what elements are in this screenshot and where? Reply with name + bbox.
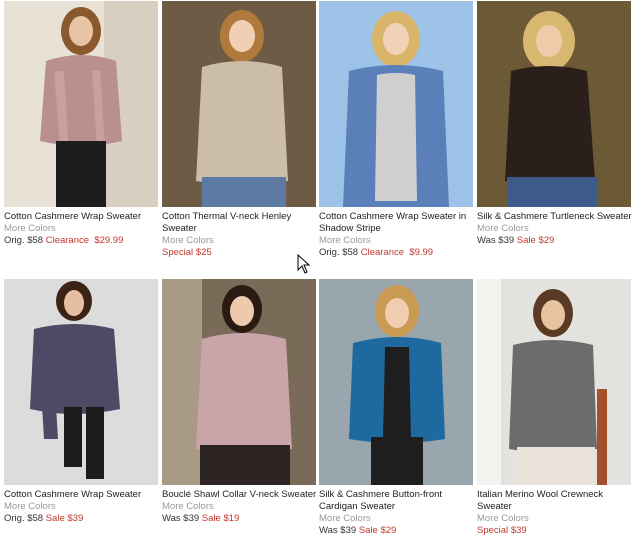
- more-colors-link[interactable]: More Colors: [319, 235, 479, 247]
- product-name[interactable]: Bouclé Shawl Collar V-neck Sweater: [162, 489, 322, 501]
- product-price: Was $39 Sale $19: [162, 513, 322, 525]
- product-name[interactable]: Silk & Cashmere Button-front Cardigan Sw…: [319, 489, 479, 513]
- product-name[interactable]: Cotton Cashmere Wrap Sweater in Shadow S…: [319, 211, 479, 235]
- product-name[interactable]: Italian Merino Wool Crewneck Sweater: [477, 489, 637, 513]
- more-colors-link[interactable]: More Colors: [4, 501, 164, 513]
- sale-price: $29: [380, 525, 397, 536]
- special-price: $39: [510, 525, 527, 536]
- product-grid: Cotton Cashmere Wrap Sweater More Colors…: [0, 0, 640, 542]
- special-price: $25: [195, 247, 212, 258]
- product-image[interactable]: [4, 279, 158, 485]
- original-price: Orig. $58: [319, 247, 359, 258]
- original-price: Orig. $58: [4, 513, 44, 524]
- more-colors-link[interactable]: More Colors: [477, 513, 637, 525]
- product-image[interactable]: [319, 279, 473, 485]
- sale-price: $39: [67, 513, 84, 524]
- sale-label: Sale: [45, 513, 65, 524]
- product-image[interactable]: [319, 1, 473, 207]
- sale-price: $29: [538, 235, 555, 246]
- sale-label: Sale: [358, 525, 378, 536]
- product-image[interactable]: [162, 279, 316, 485]
- arrow-cursor-icon: [297, 254, 311, 274]
- product-price: Was $39 Sale $29: [319, 525, 479, 537]
- original-price: Was $39: [319, 525, 357, 536]
- sale-price: $9.99: [409, 247, 434, 258]
- sale-price: $29.99: [94, 235, 124, 246]
- more-colors-link[interactable]: More Colors: [162, 235, 322, 247]
- more-colors-link[interactable]: More Colors: [162, 501, 322, 513]
- product-name[interactable]: Cotton Cashmere Wrap Sweater: [4, 489, 164, 501]
- product-image[interactable]: [4, 1, 158, 207]
- special-label: Special: [477, 525, 509, 536]
- sale-label: Sale: [201, 513, 221, 524]
- special-label: Special: [162, 247, 194, 258]
- product-price: Special $39: [477, 525, 637, 537]
- product-price: Was $39 Sale $29: [477, 235, 637, 247]
- product-price: Orig. $58 Sale $39: [4, 513, 164, 525]
- product-image[interactable]: [477, 279, 631, 485]
- sale-label: Clearance: [360, 247, 405, 258]
- sale-price: $19: [223, 513, 240, 524]
- product-price: Orig. $58 Clearance $9.99: [319, 247, 479, 259]
- more-colors-link[interactable]: More Colors: [319, 513, 479, 525]
- sale-label: Clearance: [45, 235, 90, 246]
- product-price: Orig. $58 Clearance $29.99: [4, 235, 164, 247]
- product-image[interactable]: [477, 1, 631, 207]
- product-name[interactable]: Silk & Cashmere Turtleneck Sweater: [477, 211, 637, 223]
- product-image[interactable]: [162, 1, 316, 207]
- product-name[interactable]: Cotton Cashmere Wrap Sweater: [4, 211, 164, 223]
- sale-label: Sale: [516, 235, 536, 246]
- original-price: Was $39: [477, 235, 515, 246]
- product-name[interactable]: Cotton Thermal V-neck Henley Sweater: [162, 211, 322, 235]
- original-price: Was $39: [162, 513, 200, 524]
- original-price: Orig. $58: [4, 235, 44, 246]
- more-colors-link[interactable]: More Colors: [4, 223, 164, 235]
- more-colors-link[interactable]: More Colors: [477, 223, 637, 235]
